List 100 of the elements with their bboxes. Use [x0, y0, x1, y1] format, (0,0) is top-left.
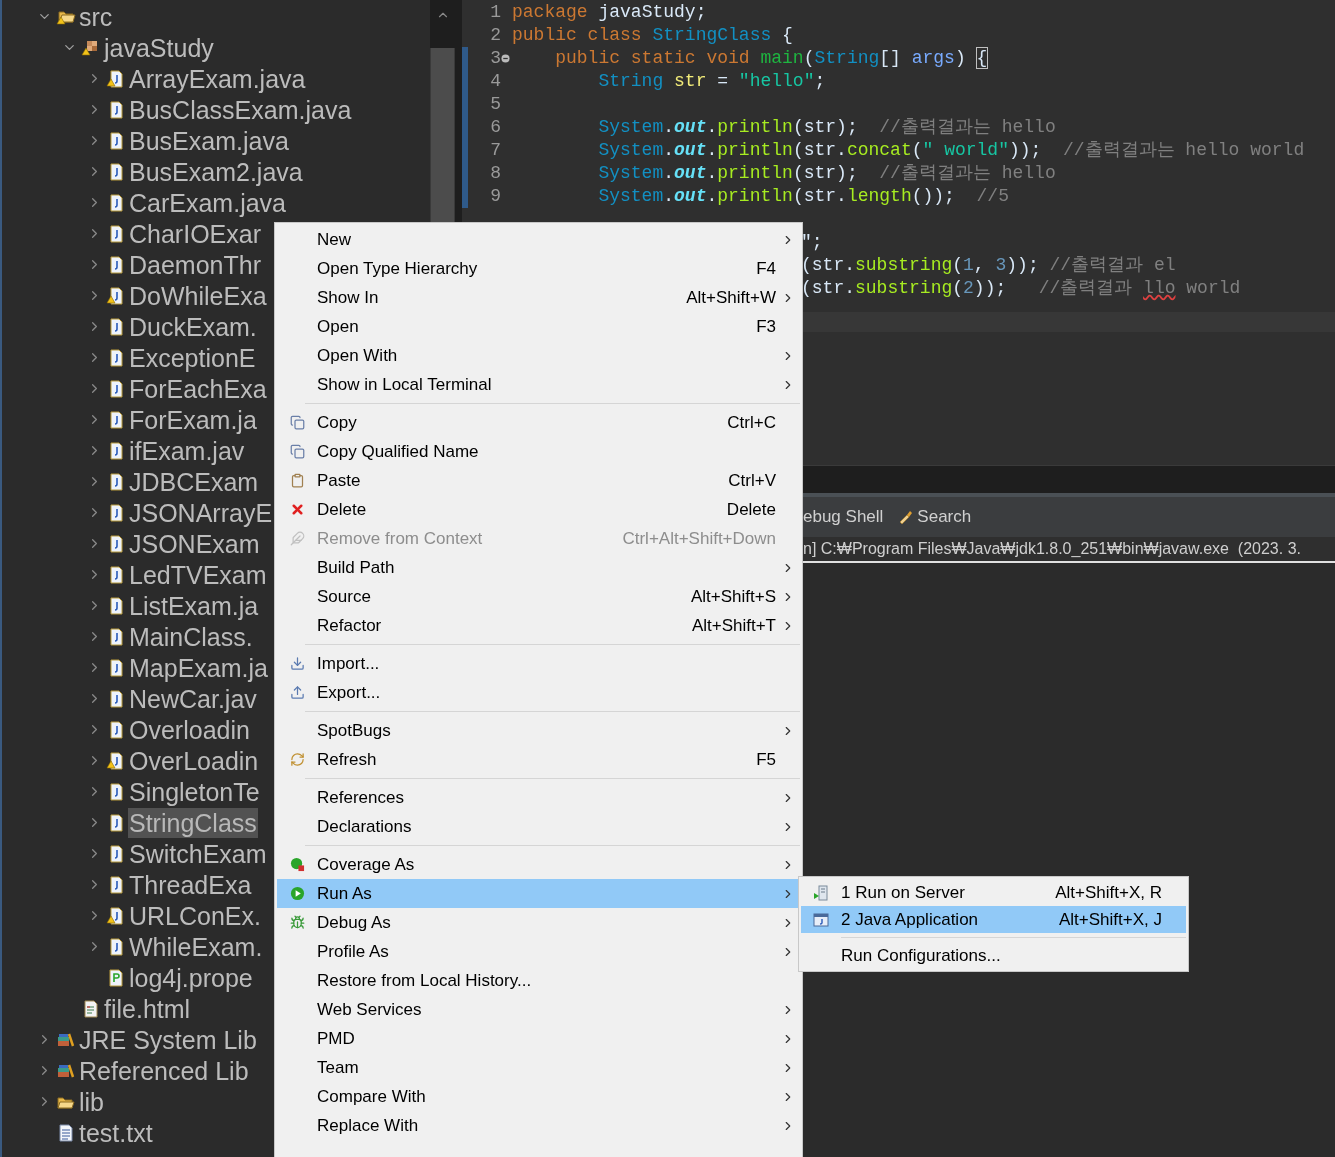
tree-item[interactable]: file.html: [103, 993, 192, 1024]
menu-item[interactable]: Debug As: [277, 908, 800, 937]
tree-item[interactable]: log4j.prope: [128, 962, 254, 993]
code-line: System.out.println(str.concat(" world")); //출력결과는 hello world: [597, 139, 1305, 162]
copy-icon: [289, 444, 305, 459]
tree-item[interactable]: CarExam.java: [128, 187, 287, 218]
shortcut-text: F4: [756, 257, 776, 280]
code-line: String str = "hello";: [597, 70, 826, 93]
tree-item[interactable]: NewCar.jav: [128, 683, 258, 714]
properties-icon: [106, 967, 126, 988]
shortcut-text: Alt+Shift+X, J: [1059, 908, 1162, 931]
tree-item[interactable]: DoWhileExa: [128, 280, 268, 311]
fold-icon[interactable]: [501, 54, 510, 63]
menu-item[interactable]: Import...: [277, 649, 800, 678]
shortcut-text: Alt+Shift+X, R: [1055, 881, 1162, 904]
application-icon: [813, 911, 829, 928]
tree-item[interactable]: JDBCExam: [128, 466, 260, 497]
menu-item[interactable]: References: [277, 783, 800, 812]
tree-item[interactable]: ForExam.ja: [128, 404, 258, 435]
menu-item[interactable]: Coverage As: [277, 850, 800, 879]
menu-item[interactable]: Show in Local Terminal: [277, 370, 800, 399]
tree-item[interactable]: src: [78, 1, 114, 32]
tree-item[interactable]: BusExam.java: [128, 125, 290, 156]
java-icon: [106, 905, 126, 926]
menu-item[interactable]: 1 Run on Server Alt+Shift+X, R: [801, 879, 1186, 906]
menu-item[interactable]: Copy Qualified Name: [277, 437, 800, 466]
tree-item[interactable]: ListExam.ja: [128, 590, 260, 621]
tree-item[interactable]: javaStudy: [103, 32, 215, 63]
line-number: 8: [489, 162, 501, 185]
menu-item[interactable]: Open Type Hierarchy F4: [277, 254, 800, 283]
tree-item[interactable]: DaemonThr: [128, 249, 262, 280]
tree-item[interactable]: BusClassExam.java: [128, 94, 353, 125]
tree-item[interactable]: Overloadin: [128, 714, 251, 745]
tree-item[interactable]: ArrayExam.java: [128, 63, 307, 94]
menu-item[interactable]: Refactor Alt+Shift+T: [277, 611, 800, 640]
menu-item[interactable]: Restore from Local History...: [277, 966, 800, 995]
tree-item[interactable]: LedTVExam: [128, 559, 268, 590]
menu-item[interactable]: Export...: [277, 678, 800, 707]
view-tab[interactable]: Search: [895, 504, 974, 530]
line-number: 1: [489, 1, 501, 24]
export-icon: [289, 685, 305, 700]
tree-item[interactable]: ifExam.jav: [128, 435, 246, 466]
tree-item[interactable]: DuckExam.: [128, 311, 258, 342]
refresh-icon: [289, 752, 305, 767]
menu-item[interactable]: Run Configurations...: [801, 942, 1186, 969]
menu-item[interactable]: Run As: [277, 879, 800, 908]
menu-item[interactable]: New: [277, 225, 800, 254]
code-line: ";: [801, 231, 823, 254]
menu-item[interactable]: Open With: [277, 341, 800, 370]
tree-item[interactable]: StringClass: [128, 807, 258, 838]
tree-item[interactable]: MapExam.ja: [128, 652, 269, 683]
tree-item[interactable]: SwitchExam: [128, 838, 268, 869]
menu-item[interactable]: Show In Alt+Shift+W: [277, 283, 800, 312]
menu-item[interactable]: Copy Ctrl+C: [277, 408, 800, 437]
tree-item[interactable]: Referenced Lib: [78, 1055, 250, 1086]
menu-item[interactable]: Replace With: [277, 1111, 800, 1140]
menu-item[interactable]: Web Services: [277, 995, 800, 1024]
shortcut-text: Delete: [726, 498, 776, 521]
tree-item[interactable]: MainClass.: [128, 621, 254, 652]
tree-item[interactable]: JSONArrayE: [128, 497, 274, 528]
code-line: public static void main(String[] args) {: [554, 47, 988, 70]
menu-item[interactable]: Delete Delete: [277, 495, 800, 524]
shortcut-text: Alt+Shift+W: [686, 286, 776, 309]
menu-item[interactable]: Profile As: [277, 937, 800, 966]
menu-item[interactable]: Team: [277, 1053, 800, 1082]
menu-item[interactable]: Paste Ctrl+V: [277, 466, 800, 495]
code-line: System.out.println(str.length()); //5: [597, 185, 1009, 208]
tree-item[interactable]: JRE System Lib: [78, 1024, 258, 1055]
menu-item[interactable]: Source Alt+Shift+S: [277, 582, 800, 611]
menu-item[interactable]: Open F3: [277, 312, 800, 341]
menu-item[interactable]: SpotBugs: [277, 716, 800, 745]
tree-item[interactable]: URLConEx.: [128, 900, 262, 931]
tree-item[interactable]: ExceptionE: [128, 342, 257, 373]
tree-item[interactable]: WhileExam.: [128, 931, 264, 962]
menu-item[interactable]: Compare With: [277, 1082, 800, 1111]
tree-item[interactable]: lib: [78, 1086, 105, 1117]
shortcut-text: Ctrl+V: [728, 469, 776, 492]
menu-item[interactable]: Declarations: [277, 812, 800, 841]
tree-item[interactable]: BusExam2.java: [128, 156, 304, 187]
line-number: 7: [489, 139, 501, 162]
coverage-icon: [289, 857, 305, 872]
delete-icon: [289, 502, 305, 517]
tree-item[interactable]: OverLoadin: [128, 745, 260, 776]
shortcut-text: F5: [756, 748, 776, 771]
tree-item[interactable]: ForEachExa: [128, 373, 268, 404]
shortcut-text: F3: [756, 315, 776, 338]
tree-item[interactable]: test.txt: [78, 1117, 154, 1148]
menu-item[interactable]: PMD: [277, 1024, 800, 1053]
menu-item[interactable]: Refresh F5: [277, 745, 800, 774]
clipboard-icon: [289, 473, 305, 488]
copy-icon: [289, 415, 305, 430]
tree-item[interactable]: CharIOExar: [128, 218, 262, 249]
menu-item[interactable]: 2 Java Application Alt+Shift+X, J: [801, 906, 1186, 933]
java-icon: [106, 750, 126, 771]
view-tab[interactable]: ebug Shell: [801, 504, 886, 530]
tree-item[interactable]: SingletonTe: [128, 776, 261, 807]
tree-item[interactable]: ThreadExa: [128, 869, 253, 900]
code-line: System.out.println(str); //출력결과는 hello: [597, 162, 1056, 185]
play-icon: [289, 886, 305, 901]
tree-item[interactable]: JSONExam: [128, 528, 261, 559]
